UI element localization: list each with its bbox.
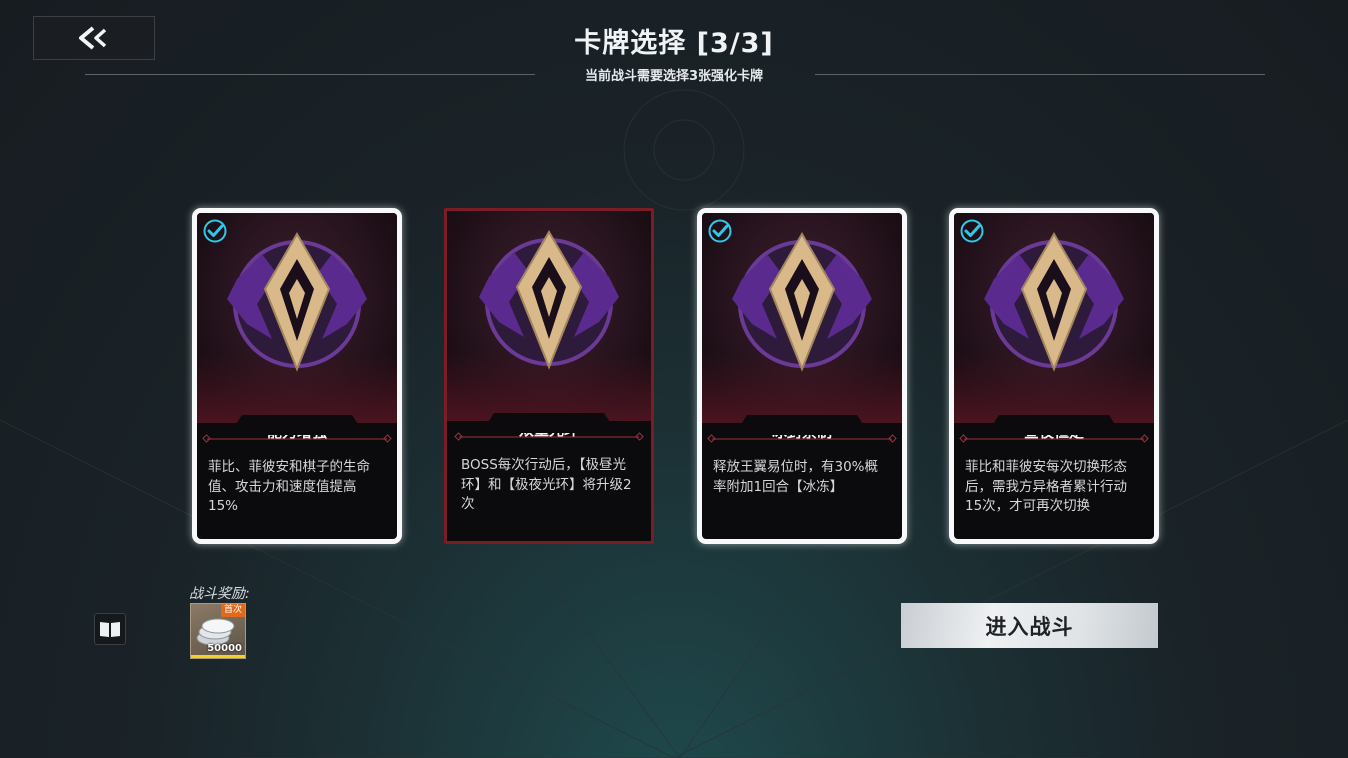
- first-clear-badge: 首次: [220, 604, 245, 617]
- card-emblem-icon: [732, 232, 872, 372]
- codex-button[interactable]: [94, 613, 126, 645]
- card-name-banner: [454, 413, 644, 441]
- card-description: 菲比、菲彼安和棋子的生命值、攻击力和速度值提高15%: [208, 459, 370, 514]
- check-circle-icon: [708, 219, 732, 243]
- card-emblem-icon: [984, 232, 1124, 372]
- check-circle-icon: [203, 219, 227, 243]
- check-circle-icon: [960, 219, 984, 243]
- card-frost-seal[interactable]: 冰封禁制 释放王翼易位时，有30%概率附加1回合【冰冻】: [697, 208, 907, 544]
- card-description: 释放王翼易位时，有30%概率附加1回合【冰冻】: [713, 459, 879, 495]
- reward-count: 50000: [207, 643, 242, 654]
- header-divider-left: [85, 74, 535, 75]
- card-emblem-icon: [479, 230, 619, 370]
- header: 卡牌选择 [3/3] 当前战斗需要选择3张强化卡牌: [0, 26, 1348, 84]
- card-name-banner: [959, 415, 1149, 443]
- header-divider-right: [815, 74, 1265, 75]
- card-description: 菲比和菲彼安每次切换形态后，需我方异格者累计行动15次，才可再次切换: [965, 459, 1127, 514]
- card-day-night-constant[interactable]: 昼夜恒定 菲比和菲彼安每次切换形态后，需我方异格者累计行动15次，才可再次切换: [949, 208, 1159, 544]
- reward-rarity-bar: [191, 655, 245, 658]
- card-description: BOSS每次行动后，【极昼光环】和【极夜光环】将升级2次: [461, 457, 632, 512]
- enter-battle-button[interactable]: 进入战斗: [901, 603, 1158, 648]
- page-title: 卡牌选择 [3/3]: [574, 28, 774, 59]
- card-name-banner: [707, 415, 897, 443]
- card-ability-boost[interactable]: 能力增强 菲比、菲彼安和棋子的生命值、攻击力和速度值提高15%: [192, 208, 402, 544]
- reward-label: 战斗奖励:: [189, 586, 250, 602]
- card-double-halo[interactable]: 双重光环 BOSS每次行动后，【极昼光环】和【极夜光环】将升级2次: [444, 208, 654, 544]
- card-emblem-icon: [227, 232, 367, 372]
- book-icon: [100, 622, 120, 637]
- card-name-banner: [202, 415, 392, 443]
- reward-item[interactable]: 首次 50000: [190, 603, 246, 659]
